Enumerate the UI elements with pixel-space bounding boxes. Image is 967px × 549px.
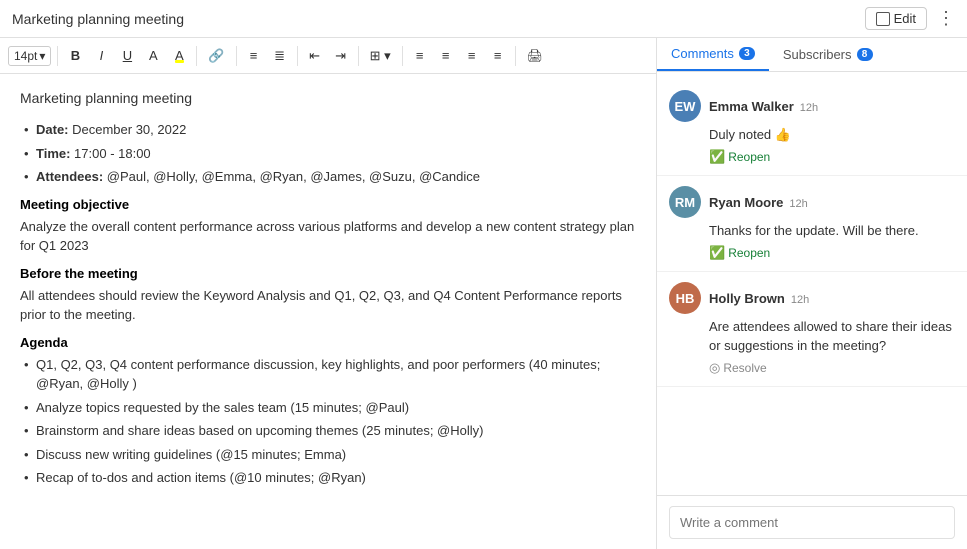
checkbox-icon xyxy=(876,12,890,26)
comment-author: Emma Walker xyxy=(709,99,794,114)
more-options-icon[interactable]: ⋮ xyxy=(937,8,955,29)
avatar: HB xyxy=(669,282,701,314)
toolbar-divider-4 xyxy=(297,46,298,66)
section1-heading: Meeting objective xyxy=(20,197,636,212)
toolbar-divider-6 xyxy=(402,46,403,66)
agenda-list: Q1, Q2, Q3, Q4 content performance discu… xyxy=(20,355,636,488)
top-bar: Marketing planning meeting Edit ⋮ xyxy=(0,0,967,38)
link-button[interactable]: 🔗 xyxy=(203,45,229,67)
comment-body: Duly noted 👍 xyxy=(709,126,955,144)
comment-body: Thanks for the update. Will be there. xyxy=(709,222,955,240)
time-item: Time: 17:00 - 18:00 xyxy=(20,144,636,164)
avatar: RM xyxy=(669,186,701,218)
agenda-item: Discuss new writing guidelines (@15 minu… xyxy=(20,445,636,465)
section2-body: All attendees should review the Keyword … xyxy=(20,286,636,325)
table-button[interactable]: ⊞ ▾ xyxy=(365,45,396,67)
tab-subscribers[interactable]: Subscribers 8 xyxy=(769,38,887,71)
toolbar-divider-5 xyxy=(358,46,359,66)
comment-time: 12h xyxy=(800,102,818,114)
main-layout: 14pt ▾ B I U A A 🔗 ≡ ≣ ⇤ ⇥ ⊞ ▾ ≡ ≡ ≡ xyxy=(0,38,967,549)
tab-comments[interactable]: Comments 3 xyxy=(657,38,769,71)
comment-item: HB Holly Brown 12h Are attendees allowed… xyxy=(657,272,967,386)
agenda-item: Analyze topics requested by the sales te… xyxy=(20,398,636,418)
comment-time: 12h xyxy=(791,294,809,306)
comment-input[interactable] xyxy=(669,506,955,539)
agenda-item: Recap of to-dos and action items (@10 mi… xyxy=(20,468,636,488)
toolbar-divider-3 xyxy=(236,46,237,66)
comment-body: Are attendees allowed to share their ide… xyxy=(709,318,955,354)
unordered-list-button[interactable]: ≡ xyxy=(243,45,265,66)
section1-body: Analyze the overall content performance … xyxy=(20,217,636,256)
comment-time: 12h xyxy=(789,198,807,210)
panel-tabs: Comments 3 Subscribers 8 xyxy=(657,38,967,72)
comment-header: RM Ryan Moore 12h xyxy=(669,186,955,218)
comment-item: RM Ryan Moore 12h Thanks for the update.… xyxy=(657,176,967,272)
align-left-button[interactable]: ≡ xyxy=(409,45,431,66)
top-bar-actions: Edit ⋮ xyxy=(865,7,955,30)
reopen-button[interactable]: ✅ Reopen xyxy=(709,245,770,261)
agenda-item: Brainstorm and share ideas based on upco… xyxy=(20,421,636,441)
indent-decrease-button[interactable]: ⇤ xyxy=(304,45,326,67)
section3-heading: Agenda xyxy=(20,335,636,350)
subscribers-badge: 8 xyxy=(857,48,873,61)
bold-button[interactable]: B xyxy=(64,45,86,66)
agenda-item: Q1, Q2, Q3, Q4 content performance discu… xyxy=(20,355,636,394)
print-button[interactable]: 🖨 xyxy=(522,45,549,67)
toolbar-divider-7 xyxy=(515,46,516,66)
toolbar-divider-2 xyxy=(196,46,197,66)
underline-button[interactable]: U xyxy=(116,45,138,66)
font-size-selector[interactable]: 14pt ▾ xyxy=(8,46,51,66)
reopen-button[interactable]: ✅ Reopen xyxy=(709,149,770,165)
comment-item: EW Emma Walker 12h Duly noted 👍 ✅ Reopen xyxy=(657,80,967,176)
comment-meta: Emma Walker 12h xyxy=(709,99,955,114)
date-item: Date: December 30, 2022 xyxy=(20,120,636,140)
comment-meta: Holly Brown 12h xyxy=(709,291,955,306)
editor-area: 14pt ▾ B I U A A 🔗 ≡ ≣ ⇤ ⇥ ⊞ ▾ ≡ ≡ ≡ xyxy=(0,38,657,549)
avatar: EW xyxy=(669,90,701,122)
highlight-button[interactable]: A xyxy=(168,45,190,66)
comments-list: EW Emma Walker 12h Duly noted 👍 ✅ Reopen… xyxy=(657,72,967,495)
indent-increase-button[interactable]: ⇥ xyxy=(330,45,352,67)
align-justify-button[interactable]: ≡ xyxy=(487,45,509,66)
ordered-list-button[interactable]: ≣ xyxy=(269,45,291,67)
edit-button[interactable]: Edit xyxy=(865,7,927,30)
resolve-button[interactable]: ◎ Resolve xyxy=(709,360,767,376)
resolve-icon: ◎ xyxy=(709,360,720,376)
comment-input-area xyxy=(657,495,967,549)
italic-button[interactable]: I xyxy=(90,45,112,66)
comment-header: HB Holly Brown 12h xyxy=(669,282,955,314)
toolbar: 14pt ▾ B I U A A 🔗 ≡ ≣ ⇤ ⇥ ⊞ ▾ ≡ ≡ ≡ xyxy=(0,38,656,74)
font-color-button[interactable]: A xyxy=(142,45,164,66)
right-panel: Comments 3 Subscribers 8 EW Emma Walker … xyxy=(657,38,967,549)
align-right-button[interactable]: ≡ xyxy=(461,45,483,66)
section2-heading: Before the meeting xyxy=(20,266,636,281)
comment-author: Holly Brown xyxy=(709,291,785,306)
info-list: Date: December 30, 2022 Time: 17:00 - 18… xyxy=(20,120,636,187)
toolbar-divider-1 xyxy=(57,46,58,66)
document-title: Marketing planning meeting xyxy=(12,11,184,27)
attendees-item: Attendees: @Paul, @Holly, @Emma, @Ryan, … xyxy=(20,167,636,187)
document-heading: Marketing planning meeting xyxy=(20,90,636,106)
align-center-button[interactable]: ≡ xyxy=(435,45,457,66)
document-content: Marketing planning meeting Date: Decembe… xyxy=(0,74,656,549)
reopen-icon: ✅ xyxy=(709,245,725,261)
comment-author: Ryan Moore xyxy=(709,195,783,210)
comments-badge: 3 xyxy=(739,47,755,60)
comment-meta: Ryan Moore 12h xyxy=(709,195,955,210)
reopen-icon: ✅ xyxy=(709,149,725,165)
comment-header: EW Emma Walker 12h xyxy=(669,90,955,122)
